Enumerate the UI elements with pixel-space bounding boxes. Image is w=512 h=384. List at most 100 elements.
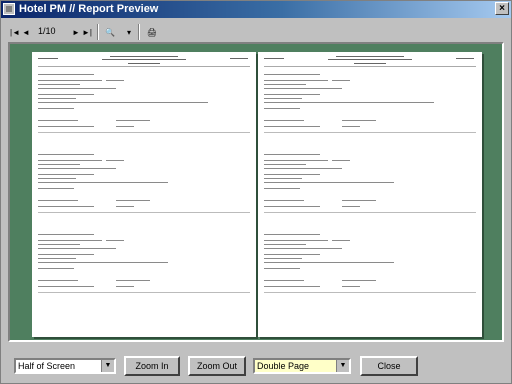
report-text-line bbox=[38, 182, 168, 183]
report-text-line bbox=[116, 286, 134, 287]
report-text-line bbox=[264, 206, 320, 207]
chevron-down-icon[interactable]: ▼ bbox=[336, 360, 349, 372]
report-page-left bbox=[32, 52, 256, 337]
report-text-line bbox=[38, 94, 94, 95]
report-text-line bbox=[38, 58, 58, 59]
report-text-line bbox=[38, 168, 116, 169]
report-text-line bbox=[38, 84, 80, 85]
report-text-line bbox=[38, 160, 102, 161]
report-text-line bbox=[264, 154, 320, 155]
report-text-line bbox=[264, 58, 284, 59]
app-icon bbox=[3, 3, 15, 15]
next-page-button[interactable]: ► bbox=[72, 26, 80, 39]
report-text-line bbox=[38, 254, 94, 255]
preview-area[interactable] bbox=[8, 42, 504, 342]
report-text-line bbox=[38, 80, 102, 81]
report-text-line bbox=[38, 98, 76, 99]
report-text-line bbox=[38, 292, 250, 293]
report-text-line bbox=[264, 268, 300, 269]
report-text-line bbox=[38, 240, 102, 241]
first-page-button[interactable]: |◄ bbox=[10, 26, 20, 39]
report-text-line bbox=[38, 268, 74, 269]
toolbar-separator bbox=[138, 24, 140, 40]
zoom-level-select[interactable]: Half of Screen ▼ bbox=[14, 358, 116, 374]
report-text-line bbox=[342, 206, 360, 207]
report-text-line bbox=[264, 262, 394, 263]
report-text-line bbox=[106, 240, 124, 241]
report-text-line bbox=[38, 212, 250, 213]
report-text-line bbox=[38, 88, 116, 89]
last-page-button[interactable]: ►| bbox=[82, 26, 92, 39]
print-icon[interactable]: 🖨 bbox=[145, 26, 159, 39]
report-text-line bbox=[342, 280, 376, 281]
report-text-line bbox=[110, 56, 178, 57]
report-page-right bbox=[258, 52, 482, 337]
report-text-line bbox=[342, 126, 360, 127]
report-text-line bbox=[38, 280, 78, 281]
chevron-down-icon[interactable]: ▼ bbox=[101, 360, 114, 372]
zoom-icon[interactable]: 🔍 bbox=[104, 26, 116, 39]
report-text-line bbox=[264, 178, 302, 179]
report-text-line bbox=[264, 126, 320, 127]
window-close-button[interactable]: × bbox=[495, 2, 509, 15]
report-text-line bbox=[38, 164, 80, 165]
report-text-line bbox=[332, 160, 350, 161]
report-text-line bbox=[38, 154, 94, 155]
page-indicator: 1/10 bbox=[38, 26, 56, 36]
report-text-line bbox=[38, 132, 250, 133]
report-text-line bbox=[128, 63, 160, 64]
report-text-line bbox=[264, 98, 302, 99]
report-text-line bbox=[38, 258, 76, 259]
report-text-line bbox=[264, 108, 300, 109]
report-text-line bbox=[38, 108, 74, 109]
report-text-line bbox=[38, 286, 94, 287]
report-text-line bbox=[106, 80, 124, 81]
report-text-line bbox=[38, 120, 78, 121]
report-text-line bbox=[342, 120, 376, 121]
report-text-line bbox=[264, 164, 306, 165]
report-text-line bbox=[264, 248, 342, 249]
report-text-line bbox=[106, 160, 124, 161]
prev-page-button[interactable]: ◄ bbox=[22, 26, 30, 39]
report-text-line bbox=[38, 178, 76, 179]
report-text-line bbox=[264, 258, 302, 259]
report-text-line bbox=[456, 58, 474, 59]
report-text-line bbox=[264, 120, 304, 121]
report-text-line bbox=[102, 59, 186, 60]
report-text-line bbox=[264, 80, 328, 81]
report-text-line bbox=[342, 286, 360, 287]
title-bar[interactable]: Hotel PM // Report Preview × bbox=[0, 0, 512, 18]
report-text-line bbox=[116, 200, 150, 201]
report-text-line bbox=[264, 280, 304, 281]
report-text-line bbox=[264, 188, 300, 189]
close-button[interactable]: Close bbox=[360, 356, 418, 376]
report-text-line bbox=[328, 59, 412, 60]
report-text-line bbox=[264, 244, 306, 245]
report-text-line bbox=[38, 74, 94, 75]
page-mode-select[interactable]: Double Page ▼ bbox=[253, 358, 351, 374]
zoom-level-value: Half of Screen bbox=[18, 361, 76, 371]
zoom-out-button[interactable]: Zoom Out bbox=[188, 356, 246, 376]
report-text-line bbox=[332, 240, 350, 241]
toolbar: |◄ ◄ 1/10 ► ►| 🔍 ▾ 🖨 bbox=[0, 18, 512, 44]
report-text-line bbox=[38, 102, 208, 103]
report-text-line bbox=[264, 182, 394, 183]
report-text-line bbox=[354, 63, 386, 64]
report-text-line bbox=[38, 174, 94, 175]
report-text-line bbox=[38, 244, 80, 245]
zoom-in-button[interactable]: Zoom In bbox=[124, 356, 180, 376]
report-text-line bbox=[264, 94, 320, 95]
report-text-line bbox=[264, 168, 342, 169]
report-text-line bbox=[264, 74, 320, 75]
report-text-line bbox=[116, 126, 134, 127]
report-text-line bbox=[264, 174, 320, 175]
report-text-line bbox=[38, 200, 78, 201]
report-text-line bbox=[264, 286, 320, 287]
zoom-dropdown-button[interactable]: ▾ bbox=[125, 26, 133, 39]
report-text-line bbox=[38, 206, 94, 207]
report-text-line bbox=[264, 200, 304, 201]
report-text-line bbox=[264, 234, 320, 235]
report-text-line bbox=[264, 132, 476, 133]
report-text-line bbox=[38, 248, 116, 249]
report-text-line bbox=[264, 84, 306, 85]
